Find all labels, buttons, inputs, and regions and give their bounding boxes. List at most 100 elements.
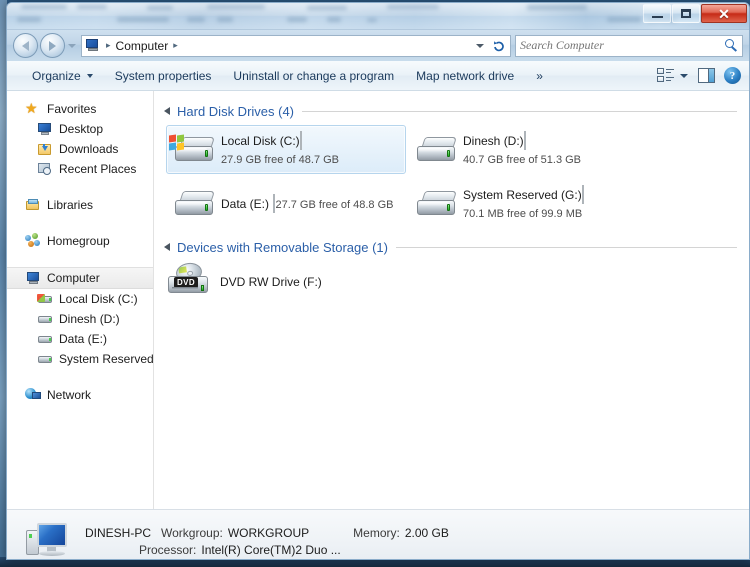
drive-icon: [37, 331, 53, 347]
search-box[interactable]: [515, 34, 743, 57]
system-properties-button[interactable]: System properties: [104, 65, 223, 87]
minimize-button[interactable]: [643, 4, 671, 23]
desktop-icon: [37, 121, 53, 137]
search-input[interactable]: [520, 38, 725, 53]
uninstall-button[interactable]: Uninstall or change a program: [222, 65, 405, 87]
drive-tile-data-e[interactable]: Data (E:) 27.7 GB free of 48.8 GB: [166, 179, 406, 228]
capacity-bar: [299, 130, 302, 150]
forward-button[interactable]: [40, 33, 65, 58]
minimize-icon: [651, 15, 663, 18]
sidebar-group-libraries: Libraries: [7, 195, 153, 215]
sidebar-item-favorites[interactable]: ★ Favorites: [7, 99, 153, 119]
breadcrumb-separator-2[interactable]: ▸: [170, 40, 181, 51]
maximize-button[interactable]: [672, 4, 700, 23]
computer-icon: [85, 38, 101, 54]
close-button[interactable]: ✕: [701, 4, 747, 23]
sidebar-label: Desktop: [59, 122, 104, 136]
command-toolbar: Organize System properties Uninstall or …: [7, 61, 749, 91]
view-dropdown-button[interactable]: [680, 73, 688, 78]
sidebar-item-data-e[interactable]: Data (E:): [7, 329, 153, 349]
breadcrumb-computer[interactable]: Computer: [114, 39, 171, 53]
drive-name: Data (E:): [221, 196, 270, 211]
drive-usage: 27.7 GB free of 48.8 GB: [275, 198, 394, 211]
drive-tile-system-reserved-g[interactable]: System Reserved (G:) 70.1 MB free of 99.…: [408, 179, 648, 228]
memory-value: 2.00 GB: [404, 525, 449, 540]
sidebar-label: Homegroup: [47, 234, 110, 248]
address-dropdown-button[interactable]: [472, 36, 488, 56]
search-icon: [725, 39, 738, 52]
sidebar-item-system-reserved-g[interactable]: System Reserved (G:: [7, 349, 153, 369]
map-network-drive-button[interactable]: Map network drive: [405, 65, 525, 87]
view-options-icon[interactable]: [657, 68, 674, 83]
sidebar-item-homegroup[interactable]: Homegroup: [7, 231, 153, 251]
sidebar-label: Libraries: [47, 198, 94, 212]
device-tile-dvd-rw-drive-f[interactable]: DVD DVD RW Drive (F:): [166, 261, 749, 303]
navigation-pane: ★ Favorites Desktop Downloads Recent Pla…: [7, 91, 154, 509]
help-icon[interactable]: ?: [724, 67, 741, 84]
toolbar-overflow-button[interactable]: »: [525, 65, 554, 87]
chevron-down-icon: [67, 43, 76, 48]
group-divider: [302, 110, 737, 112]
recent-locations-button[interactable]: [66, 35, 77, 57]
sidebar-label: Recent Places: [59, 162, 137, 176]
title-bar[interactable]: ✕: [7, 3, 749, 30]
sidebar-label: Local Disk (C:): [59, 292, 138, 306]
refresh-button[interactable]: [490, 36, 507, 56]
sidebar-group-homegroup: Homegroup: [7, 231, 153, 251]
sidebar-item-computer[interactable]: Computer: [7, 267, 153, 289]
uninstall-label: Uninstall or change a program: [233, 68, 395, 83]
sidebar-label: Downloads: [59, 142, 119, 156]
explorer-window: ✕ ▸ Computer ▸ Search Computer Organize …: [6, 2, 750, 560]
collapse-triangle-icon[interactable]: [164, 107, 170, 115]
breadcrumb-separator-1: ▸: [106, 40, 111, 50]
sidebar-item-recent-places[interactable]: Recent Places: [7, 159, 153, 179]
sidebar-label: System Reserved (G:: [59, 352, 153, 366]
collapse-triangle-icon[interactable]: [164, 243, 170, 251]
sidebar-label: Dinesh (D:): [59, 312, 120, 326]
drive-name: Dinesh (D:): [463, 133, 524, 148]
drive-icon: [413, 129, 459, 171]
capacity-bar: [523, 130, 526, 150]
sidebar-item-local-disk-c[interactable]: Local Disk (C:): [7, 289, 153, 309]
sidebar-item-network[interactable]: Network: [7, 385, 153, 405]
drive-icon: [37, 351, 53, 367]
toolbar-right-group: ?: [657, 67, 749, 84]
group-header-removable-storage[interactable]: Devices with Removable Storage (1): [164, 237, 749, 257]
organize-button[interactable]: Organize: [21, 65, 104, 87]
drive-tile-dinesh-d[interactable]: Dinesh (D:) 40.7 GB free of 51.3 GB: [408, 125, 648, 174]
processor-label: Processor:: [139, 542, 197, 557]
libraries-icon: [25, 197, 41, 213]
drive-usage: 27.9 GB free of 48.7 GB: [221, 153, 340, 166]
drive-tiles: Local Disk (C:) 27.9 GB free of 48.7 GB: [164, 125, 749, 233]
address-bar[interactable]: ▸ Computer ▸: [81, 34, 511, 57]
address-bar-row: ▸ Computer ▸: [7, 30, 749, 61]
sidebar-item-libraries[interactable]: Libraries: [7, 195, 153, 215]
memory-label: Memory:: [353, 525, 400, 540]
drive-icon: [171, 183, 217, 225]
window-controls[interactable]: ✕: [643, 4, 747, 23]
windows-drive-icon: [37, 291, 53, 307]
capacity-bar: [581, 184, 584, 204]
sidebar-item-downloads[interactable]: Downloads: [7, 139, 153, 159]
maximize-icon: [681, 9, 691, 18]
system-properties-label: System properties: [114, 68, 212, 83]
dvd-drive-icon: DVD: [166, 261, 212, 303]
preview-pane-icon[interactable]: [698, 68, 715, 83]
drive-icon: [37, 311, 53, 327]
back-button[interactable]: [13, 33, 38, 58]
network-icon: [25, 387, 41, 403]
status-line-1: DINESH-PC Workgroup: WORKGROUP Memory: 2…: [85, 525, 449, 542]
close-icon: ✕: [718, 5, 730, 22]
sidebar-group-computer: Computer Local Disk (C:) Dinesh (D:) Dat…: [7, 267, 153, 369]
sidebar-item-dinesh-d[interactable]: Dinesh (D:): [7, 309, 153, 329]
sidebar-label: Favorites: [47, 102, 97, 116]
downloads-icon: [37, 141, 53, 157]
workgroup-value: WORKGROUP: [227, 525, 310, 540]
drive-tile-local-disk-c[interactable]: Local Disk (C:) 27.9 GB free of 48.7 GB: [166, 125, 406, 174]
sidebar-item-desktop[interactable]: Desktop: [7, 119, 153, 139]
group-header-hard-disk-drives[interactable]: Hard Disk Drives (4): [164, 101, 749, 121]
recent-places-icon: [37, 161, 53, 177]
windows-drive-icon: [169, 129, 217, 171]
